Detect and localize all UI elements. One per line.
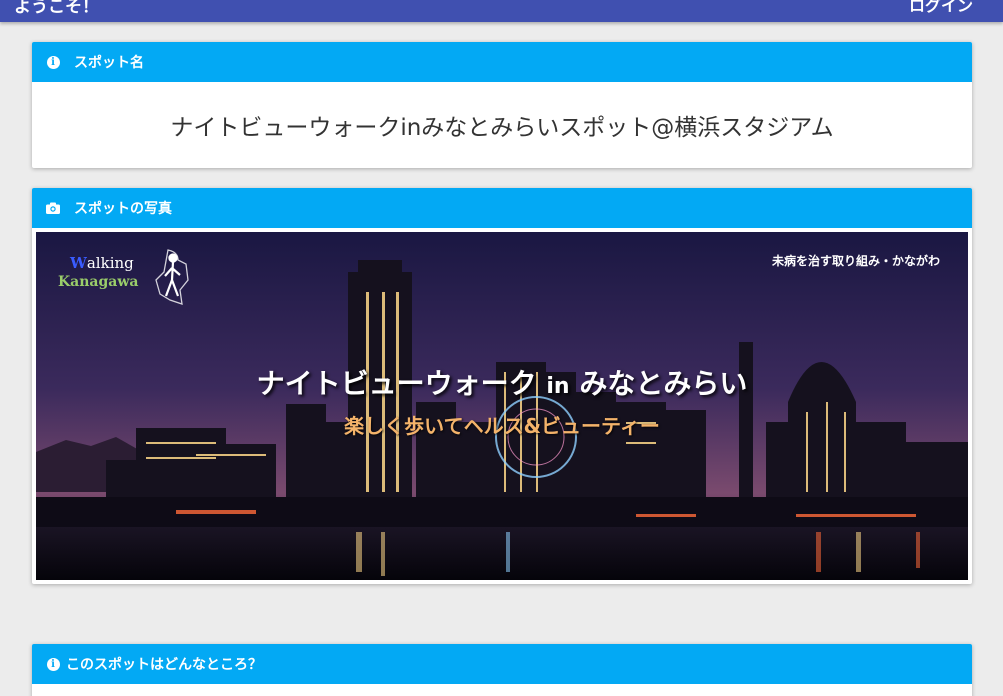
camera-icon xyxy=(46,201,60,215)
top-app-bar: ようこそ！ ログイン xyxy=(0,0,1003,22)
spot-name-card: i スポット名 ナイトビューウォークinみなとみらいスポット@横浜スタジアム xyxy=(32,42,972,168)
spot-description-card-header: i このスポットはどんなところ？ xyxy=(32,644,972,684)
spot-description-card: i このスポットはどんなところ？ xyxy=(32,644,972,696)
spot-photo-card: スポットの写真 Walking Kanagawa 未病を治す取り組み・かながわ … xyxy=(32,188,972,584)
banner-title: ナイトビューウォーク in みなとみらい xyxy=(256,367,748,400)
spot-name-title: ナイトビューウォークinみなとみらいスポット@横浜スタジアム xyxy=(170,115,834,141)
walking-kanagawa-logo: Walking Kanagawa xyxy=(56,250,196,312)
info-icon: i xyxy=(46,55,60,69)
spot-photo-card-header: スポットの写真 xyxy=(32,188,972,228)
spot-description-header-label: このスポットはどんなところ？ xyxy=(66,657,262,673)
login-link[interactable]: ログイン xyxy=(909,0,973,16)
info-icon: i xyxy=(46,657,60,671)
logo-walking-text: Walking xyxy=(70,254,134,272)
logo-kanagawa-text: Kanagawa xyxy=(58,274,139,290)
spot-photo-image: Walking Kanagawa 未病を治す取り組み・かながわ ナイトビューウォ… xyxy=(36,232,968,580)
spot-name-header-label: スポット名 xyxy=(74,55,144,71)
banner-subtitle: 楽しく歩いてヘルス&ビューティー xyxy=(344,414,660,438)
greeting-text: ようこそ！ xyxy=(14,0,99,17)
spot-photo-header-label: スポットの写真 xyxy=(74,201,172,217)
banner-tagline: 未病を治す取り組み・かながわ xyxy=(771,254,940,268)
spot-name-card-header: i スポット名 xyxy=(32,42,972,82)
